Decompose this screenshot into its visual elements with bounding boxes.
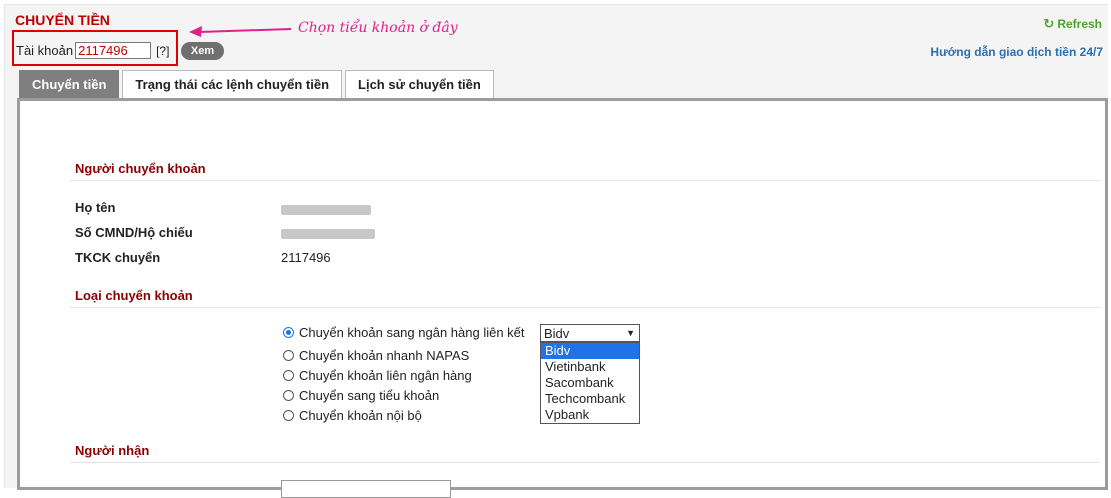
bank-option-sacombank[interactable]: Sacombank [541,375,639,391]
receiver-section-title: Người nhận [75,443,150,458]
annotation-arrow [189,26,292,37]
radio-napas[interactable]: Chuyển khoản nhanh NAPAS [283,348,469,363]
sender-name-redacted [281,205,371,215]
receiver-section-divider [70,462,1100,463]
sender-account-value: 2117496 [281,250,331,265]
bank-option-bidv[interactable]: Bidv [541,343,639,359]
tab-transfer[interactable]: Chuyển tiền [19,70,120,98]
radio-label: Chuyển khoản liên ngân hàng [299,368,472,383]
refresh-label: Refresh [1057,17,1102,31]
radio-button[interactable] [283,390,294,401]
bank-option-vietinbank[interactable]: Vietinbank [541,359,639,375]
radio-sub-account[interactable]: Chuyển sang tiểu khoản [283,388,439,403]
account-label: Tài khoản [16,43,74,58]
account-input[interactable] [75,42,152,59]
receiver-input[interactable] [281,480,451,498]
refresh-icon: ↻ [1043,16,1055,31]
account-row: Tài khoản [?] [16,42,169,59]
bank-select-value: Bidv [544,325,570,341]
sender-id-label: Số CMND/Hộ chiếu [75,225,193,240]
sender-name-label: Họ tên [75,200,116,215]
radio-internal[interactable]: Chuyển khoản nội bộ [283,408,422,423]
bank-select[interactable]: Bidv ▼ [540,324,640,342]
radio-button[interactable] [283,350,294,361]
sender-section-title: Người chuyển khoản [75,161,206,176]
transfer-type-section-title: Loại chuyển khoản [75,288,193,303]
radio-label: Chuyển khoản nội bộ [299,408,422,423]
radio-interbank[interactable]: Chuyển khoản liên ngân hàng [283,368,472,383]
radio-button[interactable] [283,370,294,381]
bank-option-vpbank[interactable]: Vpbank [541,407,639,423]
chevron-down-icon: ▼ [626,328,635,338]
sender-account-label: TKCK chuyển [75,250,161,265]
bank-option-techcombank[interactable]: Techcombank [541,391,639,407]
guide-link[interactable]: Hướng dẫn giao dịch tiền 24/7 [930,45,1103,59]
sender-section-divider [70,180,1100,181]
annotation-text: Chọn tiểu khoản ở đây [298,20,458,36]
tab-bar: Chuyển tiền Trạng thái các lệnh chuyển t… [19,70,497,98]
refresh-button[interactable]: ↻ Refresh [1043,16,1102,32]
tab-history[interactable]: Lịch sử chuyển tiền [345,70,494,98]
transfer-type-section-divider [70,307,1100,308]
tab-order-status[interactable]: Trạng thái các lệnh chuyển tiền [122,70,343,98]
bank-dropdown-list: Bidv Vietinbank Sacombank Techcombank Vp… [540,342,640,424]
page-title: CHUYỂN TIỀN [15,12,110,28]
radio-label: Chuyển khoản sang ngân hàng liên kết [299,325,525,340]
view-button[interactable]: Xem [181,42,224,60]
radio-linked-bank[interactable]: Chuyển khoản sang ngân hàng liên kết [283,325,525,340]
radio-label: Chuyển sang tiểu khoản [299,388,440,403]
radio-button[interactable] [283,327,294,338]
radio-button[interactable] [283,410,294,421]
sender-id-redacted [281,229,375,239]
radio-label: Chuyển khoản nhanh NAPAS [299,348,470,363]
account-help-link[interactable]: [?] [156,44,169,58]
